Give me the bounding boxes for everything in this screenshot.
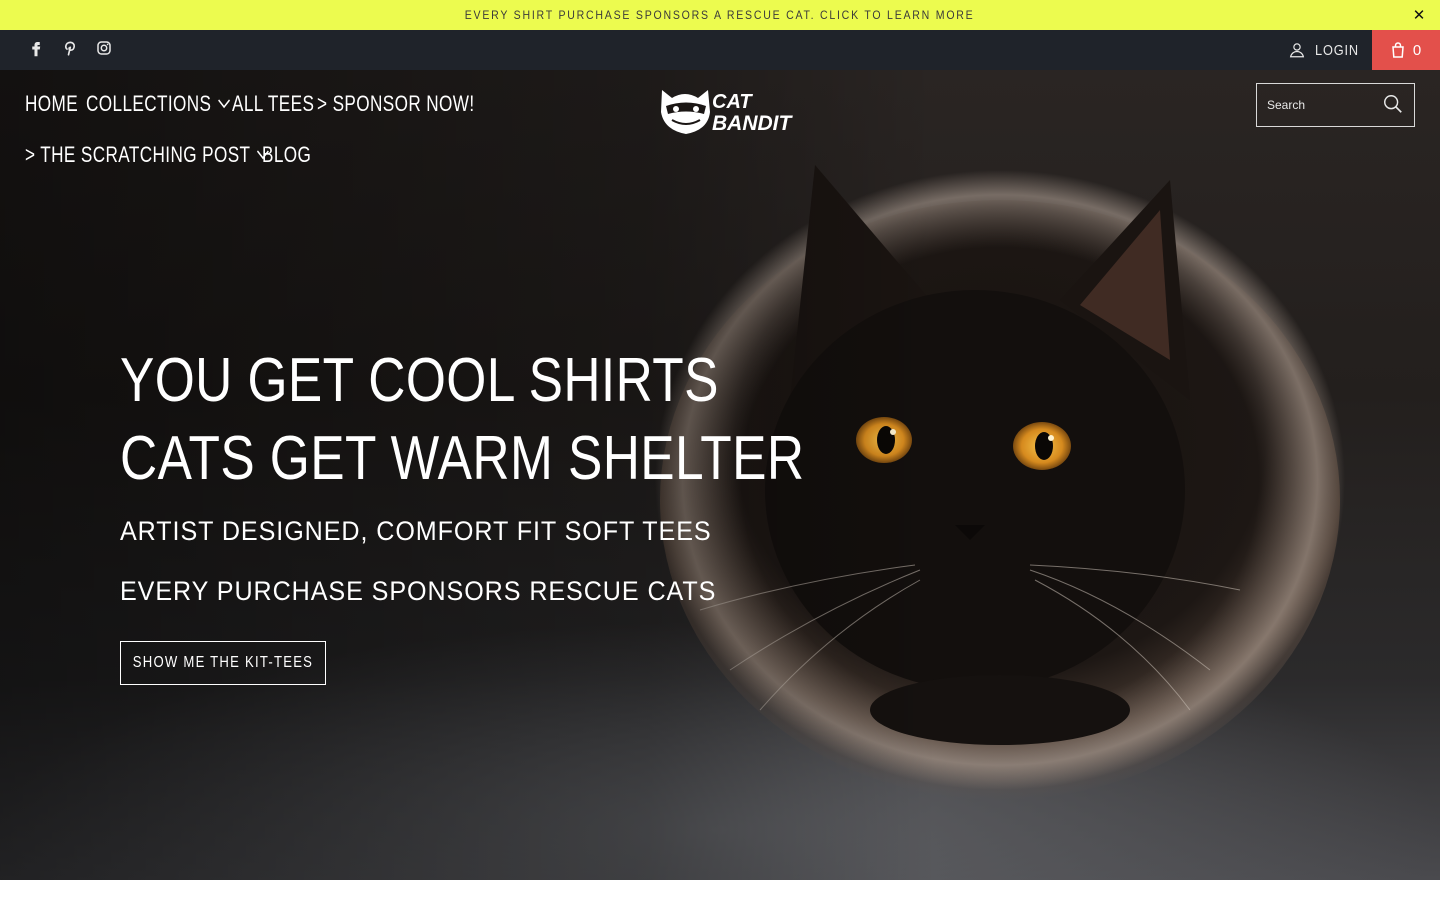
nav-scratching-post[interactable]: > THE SCRATCHING POST	[25, 142, 269, 168]
chevron-down-icon	[217, 99, 230, 109]
hero-subline-2: EVERY PURCHASE SPONSORS RESCUE CATS	[120, 576, 717, 606]
search-icon[interactable]	[1382, 93, 1404, 115]
nav-scratching-post-label: > THE SCRATCHING POST	[25, 142, 251, 167]
facebook-icon[interactable]	[26, 38, 46, 58]
close-icon[interactable]: ✕	[1410, 6, 1428, 24]
logo-line-1: CAT	[712, 91, 753, 113]
show-kit-tees-button[interactable]: SHOW ME THE KIT-TEES	[120, 641, 326, 685]
login-link[interactable]: LOGIN	[1288, 39, 1367, 61]
top-bar: LOGIN 0	[0, 30, 1440, 70]
user-icon	[1289, 43, 1305, 58]
nav-blog-label: BLOG	[262, 142, 312, 167]
login-label: LOGIN	[1315, 41, 1359, 59]
search-box	[1256, 83, 1415, 127]
nav-home[interactable]: HOME	[25, 91, 78, 117]
search-input[interactable]	[1257, 85, 1377, 125]
cat-bandit-logo[interactable]: CAT BANDIT	[658, 84, 802, 138]
instagram-icon[interactable]	[94, 38, 114, 58]
cart-count: 0	[1412, 41, 1422, 59]
nav-all-tees[interactable]: ALL TEES	[232, 91, 314, 117]
nav-all-tees-label: ALL TEES	[232, 91, 315, 116]
hero-headline-1: YOU GET COOL SHIRTS	[120, 346, 719, 415]
nav-sponsor-now-label: > SPONSOR NOW!	[317, 91, 475, 116]
social-links	[26, 38, 114, 58]
hero-subline-1: ARTIST DESIGNED, COMFORT FIT SOFT TEES	[120, 516, 712, 546]
page-below-fold	[0, 880, 1440, 900]
announcement-bar[interactable]: EVERY SHIRT PURCHASE SPONSORS A RESCUE C…	[0, 0, 1440, 30]
cart-button[interactable]: 0	[1372, 30, 1440, 70]
shopping-bag-icon	[1392, 42, 1404, 58]
nav-collections-label: COLLECTIONS	[86, 91, 212, 116]
logo-line-2: BANDIT	[712, 112, 793, 135]
nav-home-label: HOME	[25, 91, 79, 116]
hero-headline-2: CATS GET WARM SHELTER	[120, 424, 805, 493]
nav-sponsor-now[interactable]: > SPONSOR NOW!	[317, 91, 475, 117]
pinterest-icon[interactable]	[60, 38, 80, 58]
cta-label: SHOW ME THE KIT-TEES	[132, 654, 314, 671]
nav-blog[interactable]: BLOG	[262, 142, 311, 168]
announcement-text[interactable]: EVERY SHIRT PURCHASE SPONSORS A RESCUE C…	[465, 8, 975, 22]
nav-collections[interactable]: COLLECTIONS	[86, 91, 230, 117]
